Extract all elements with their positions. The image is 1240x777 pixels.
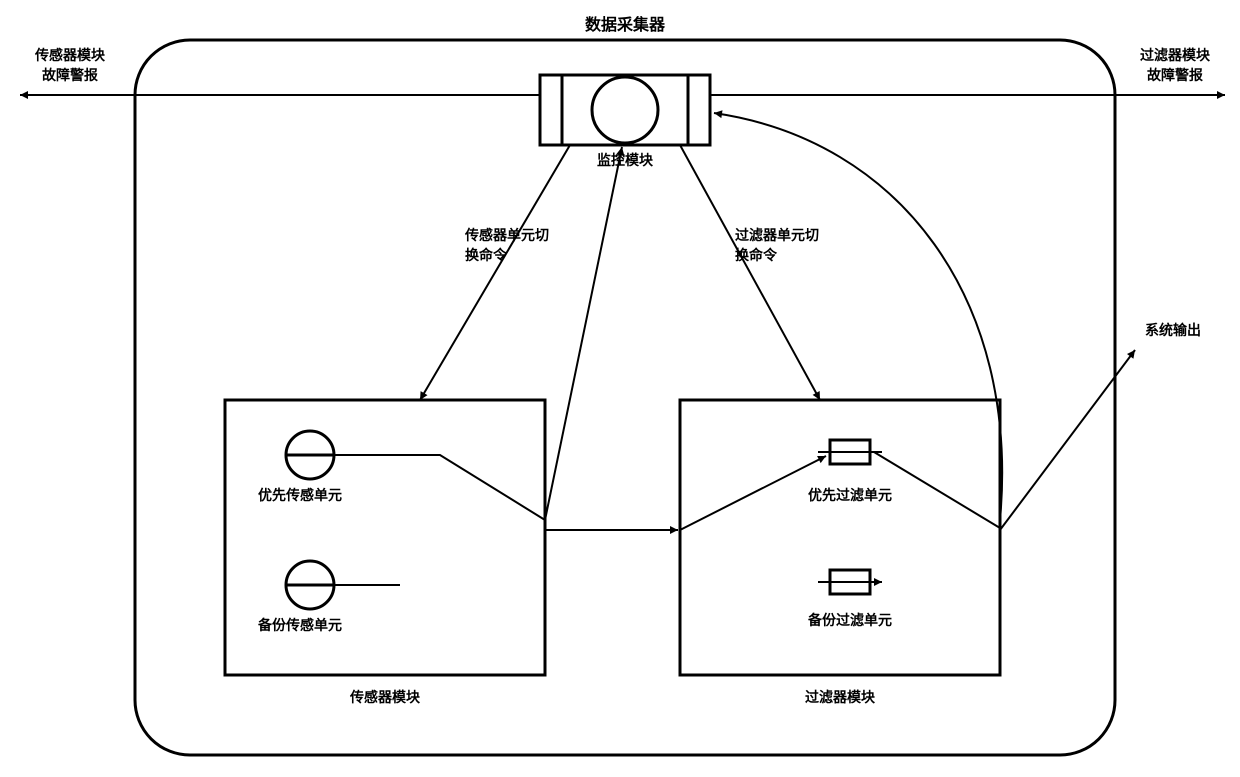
filter-alarm-line1: 过滤器模块 — [1140, 47, 1211, 63]
backup-sensor-label: 备份传感单元 — [257, 617, 342, 633]
filter-alarm-line2: 故障警报 — [1147, 67, 1203, 83]
sensor-switch-line1: 传感器单元切 — [464, 227, 549, 243]
primary-filter-label: 优先过滤单元 — [808, 487, 892, 503]
filter-switch-line1: 过滤器单元切 — [735, 227, 819, 243]
filter-module-label: 过滤器模块 — [805, 689, 876, 705]
sensor-feedback-arrow — [545, 147, 622, 520]
data-collector-container — [135, 40, 1115, 755]
sensor-module: 传感器模块 优先传感单元 备份传感单元 — [225, 400, 545, 705]
sensor-switch-line2: 换命令 — [465, 247, 508, 263]
sensor-switch-arrow — [420, 145, 570, 400]
filter-module: 过滤器模块 优先过滤单元 备份过滤单元 — [680, 400, 1000, 705]
system-output-label: 系统输出 — [1145, 322, 1201, 338]
filter-switch-arrow — [680, 145, 820, 400]
backup-filter-label: 备份过滤单元 — [807, 612, 892, 628]
filter-switch-line2: 换命令 — [735, 247, 778, 263]
sensor-alarm-line2: 故障警报 — [42, 67, 98, 83]
system-diagram: 数据采集器 传感器模块 故障警报 过滤器模块 故障警报 监控模块 传感器单元切 … — [0, 0, 1240, 777]
sensor-alarm-line1: 传感器模块 — [34, 47, 106, 63]
filter-feedback-arrow — [714, 113, 1002, 520]
sensor-module-label: 传感器模块 — [349, 689, 421, 705]
monitor-label: 监控模块 — [597, 152, 654, 168]
primary-sensor-label: 优先传感单元 — [258, 487, 342, 503]
diagram-title: 数据采集器 — [585, 15, 666, 34]
